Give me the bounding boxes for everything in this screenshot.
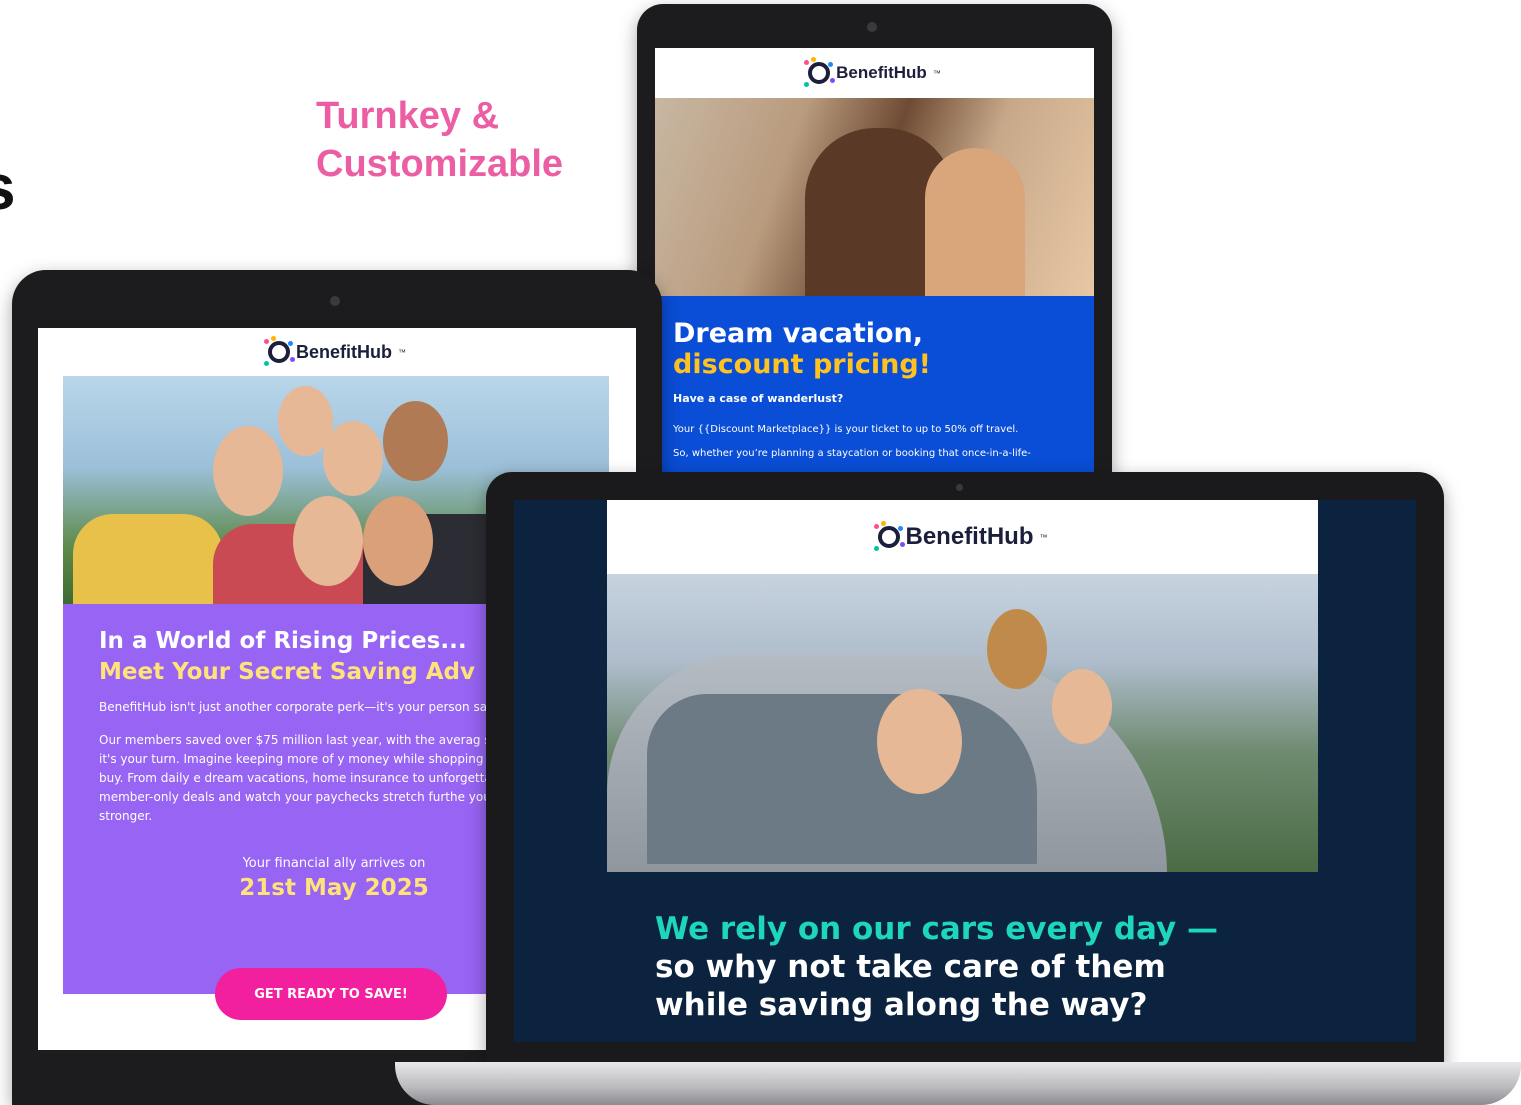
tagline-line2: Customizable	[316, 143, 564, 185]
benefithub-logo: BenefitHub ™	[607, 500, 1318, 574]
logo-text: BenefitHub	[836, 63, 927, 82]
photo-shape	[73, 514, 223, 604]
car-email-content: BenefitHub ™ We rely on our cars every da…	[607, 500, 1318, 1042]
vacation-email: BenefitHub ™ Dream vacation, discount pri…	[655, 48, 1094, 474]
logo-tm: ™	[398, 347, 406, 357]
benefithub-logo-icon	[264, 339, 290, 363]
vacation-paragraph-1: Your {{Discount Marketplace}} is your ti…	[673, 424, 1019, 435]
benefithub-logo: BenefitHub ™	[38, 328, 636, 376]
vacation-subhead: Have a case of wanderlust?	[673, 392, 844, 405]
photo-shape	[1052, 669, 1112, 744]
car-hero-image	[607, 574, 1318, 872]
car-email: BenefitHub ™ We rely on our cars every da…	[514, 500, 1416, 1042]
logo-tm: ™	[932, 68, 941, 78]
tagline: Turnkey & Customizable	[316, 92, 563, 188]
camera-icon	[956, 484, 963, 491]
camera-icon	[330, 296, 340, 306]
benefithub-logo-icon	[804, 60, 831, 84]
photo-shape	[363, 496, 433, 586]
logo-bar: BenefitHub ™	[607, 500, 1318, 574]
vacation-headline-1: Dream vacation,	[673, 318, 924, 349]
laptop-base	[395, 1062, 1521, 1105]
logo-tm: ™	[1039, 532, 1048, 542]
photo-shape	[647, 694, 1037, 864]
vacation-paragraph-2: So, whether you’re planning a staycation…	[673, 448, 1031, 459]
benefithub-logo: BenefitHub ™	[655, 48, 1094, 98]
tablet-device-vacation: BenefitHub ™ Dream vacation, discount pri…	[637, 4, 1112, 474]
car-headline-2: so why not take care of them	[655, 949, 1166, 985]
photo-shape	[323, 421, 383, 496]
clipped-heading: s	[0, 150, 16, 224]
car-text: We rely on our cars every day — so why n…	[607, 872, 1318, 1024]
photo-shape	[293, 496, 363, 586]
vacation-body: Dream vacation, discount pricing! Have a…	[655, 296, 1094, 474]
benefithub-logo-icon	[873, 524, 900, 548]
car-headline-3: while saving along the way?	[655, 987, 1148, 1023]
photo-shape	[383, 401, 448, 481]
car-headline-1: We rely on our cars every day —	[655, 911, 1218, 947]
logo-text: BenefitHub	[296, 341, 392, 362]
logo-text: BenefitHub	[905, 523, 1034, 550]
vacation-hero-image	[655, 98, 1094, 296]
camera-icon	[867, 22, 877, 32]
photo-shape	[213, 426, 283, 516]
tagline-line1: Turnkey &	[316, 95, 500, 137]
photo-shape	[877, 689, 962, 794]
photo-shape	[987, 609, 1047, 689]
laptop-device-car: BenefitHub ™ We rely on our cars every da…	[486, 472, 1444, 1070]
vacation-headline-2: discount pricing!	[673, 349, 931, 380]
get-ready-button[interactable]: GET READY TO SAVE!	[215, 968, 447, 1020]
